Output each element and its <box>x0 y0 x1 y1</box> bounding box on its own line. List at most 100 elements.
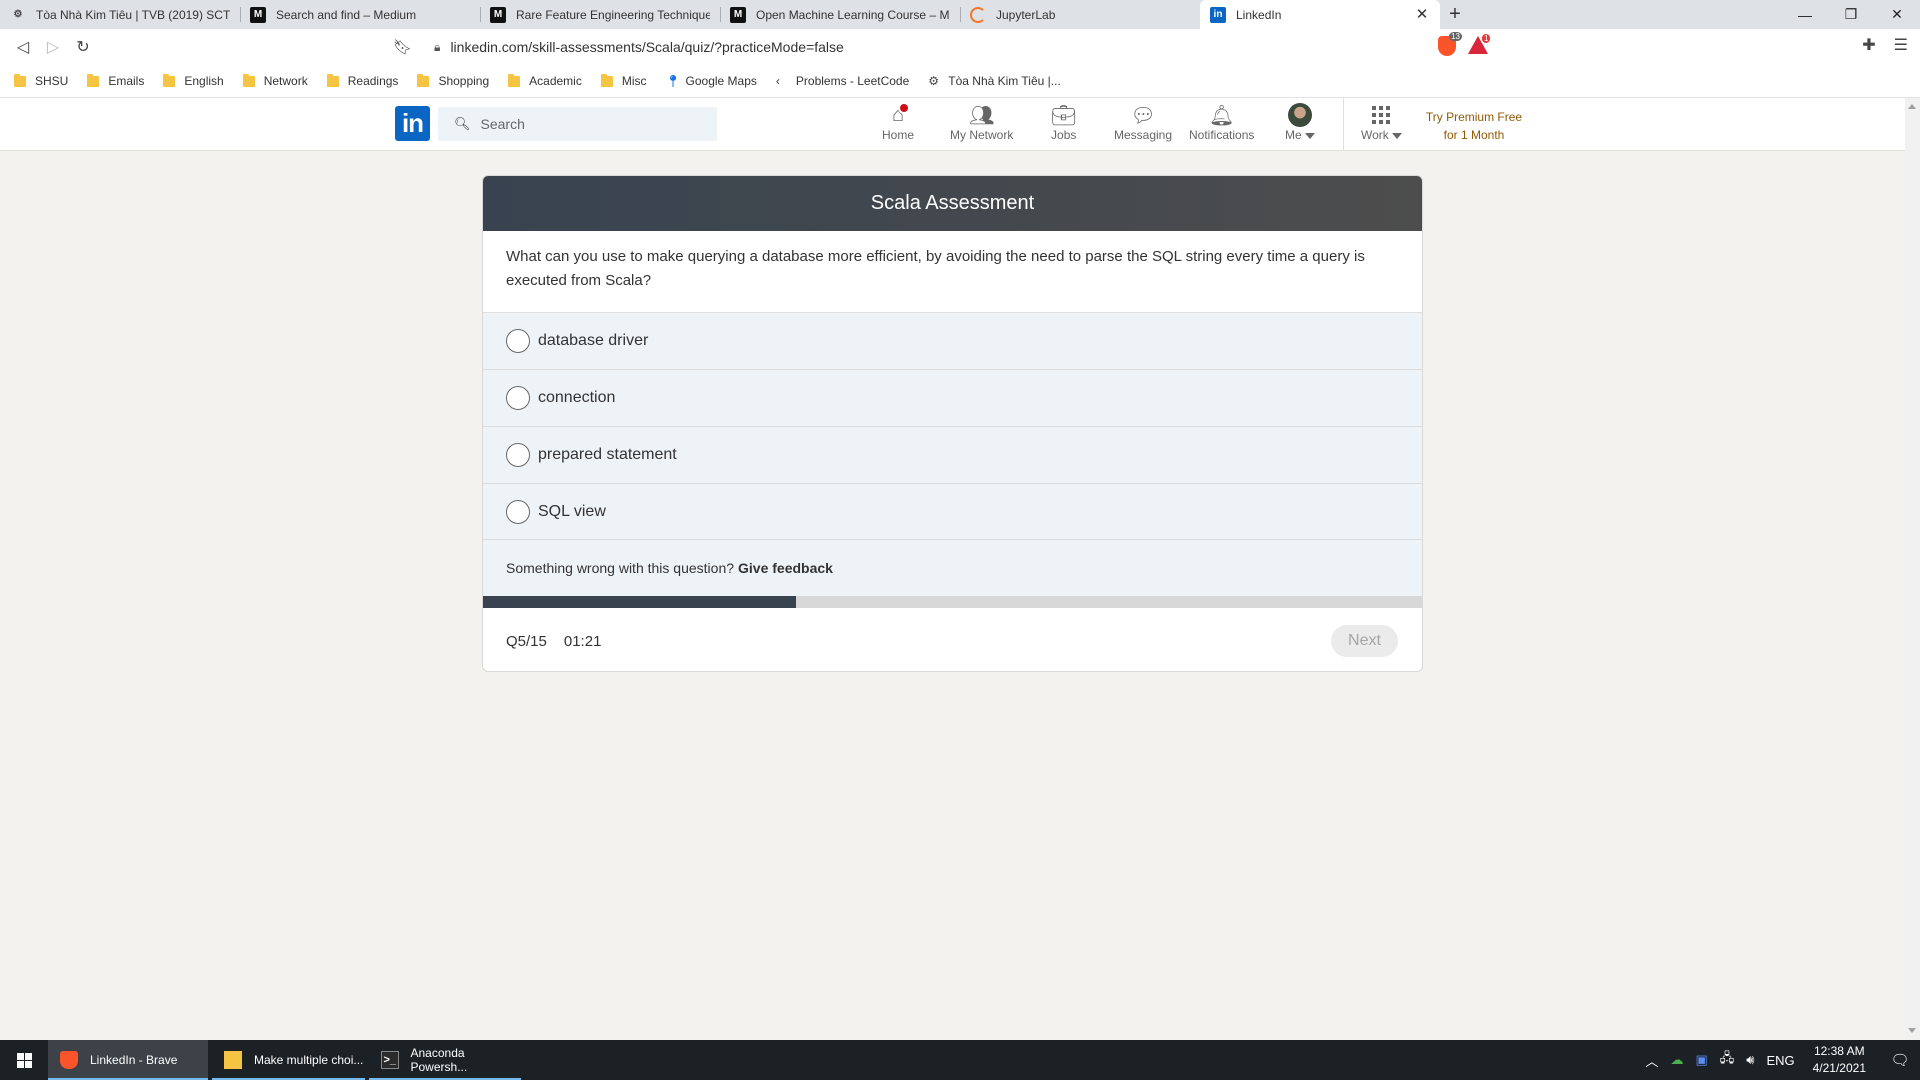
action-center-icon[interactable]: 🗨︎ <box>1880 1051 1920 1069</box>
bookmark-academic[interactable]: Academic <box>508 73 582 88</box>
jupyter-icon <box>970 6 986 23</box>
bookmark-english[interactable]: English <box>163 73 224 88</box>
brave-extension-icons: 13 1 <box>1438 32 1491 56</box>
search-box[interactable]: 🔍︎ <box>438 107 717 141</box>
nav-label: Work <box>1361 128 1389 142</box>
app-tray-icon[interactable]: ▣ <box>1695 1052 1707 1068</box>
assessment-footer: Q5/15 01:21 Next <box>483 608 1422 671</box>
browser-tab-active[interactable]: in LinkedIn ✕ <box>1200 0 1440 29</box>
nav-me[interactable]: Me <box>1285 102 1315 148</box>
network-icon: 👥︎ <box>968 104 995 127</box>
browser-tab[interactable]: M Open Machine Learning Course – Med <box>720 0 960 29</box>
premium-line-2: for 1 Month <box>1443 128 1505 142</box>
nav-work[interactable]: Work <box>1361 102 1402 148</box>
brave-icon <box>60 1051 78 1069</box>
address-bar[interactable]: 🔖︎ 🔒︎ linkedin.com/skill-assessments/Sca… <box>385 33 1425 61</box>
back-icon[interactable]: ◁ <box>8 32 38 62</box>
notification-dot <box>898 102 911 114</box>
nav-jobs[interactable]: 💼︎ Jobs <box>1051 102 1076 148</box>
new-tab-icon[interactable]: + <box>1440 0 1470 29</box>
answer-option[interactable]: prepared statement <box>483 427 1422 484</box>
bookmark-label: Tòa Nhà Kim Tiêu |... <box>948 74 1061 88</box>
language-indicator[interactable]: ENG <box>1766 1053 1794 1068</box>
radio-button[interactable] <box>506 443 530 467</box>
browser-tab[interactable]: M Rare Feature Engineering Techniques f <box>480 0 720 29</box>
browser-tab-bar: ⚙ Tòa Nhà Kim Tiêu | TVB (2019) SCTV9 M … <box>0 0 1920 29</box>
taskbar-item[interactable]: LinkedIn - Brave <box>48 1040 208 1080</box>
taskbar-item[interactable]: Make multiple choi... <box>212 1040 365 1080</box>
close-tab-icon[interactable]: ✕ <box>1414 6 1430 23</box>
assessment-card: Scala Assessment What can you use to mak… <box>482 175 1423 672</box>
radio-button[interactable] <box>506 386 530 410</box>
medium-icon: M <box>250 6 266 23</box>
nav-my-network[interactable]: 👥︎ My Network <box>950 102 1013 148</box>
minimize-icon[interactable]: — <box>1782 0 1828 29</box>
chevron-up-icon[interactable]: ︿ <box>1645 1051 1658 1070</box>
scroll-down-icon[interactable] <box>1908 1028 1916 1033</box>
restore-icon[interactable]: ❐ <box>1828 0 1874 29</box>
tab-title: Open Machine Learning Course – Med <box>756 7 950 22</box>
bookmark-readings[interactable]: Readings <box>326 73 398 88</box>
bookmark-emails[interactable]: Emails <box>87 73 144 88</box>
bookmark-misc[interactable]: Misc <box>600 73 647 88</box>
answer-option[interactable]: database driver <box>483 313 1422 370</box>
search-icon: 🔍︎ <box>454 116 471 131</box>
search-input[interactable] <box>480 116 701 132</box>
terminal-icon: >_ <box>381 1051 399 1069</box>
clock[interactable]: 12:38 AM 4/21/2021 <box>1813 1043 1866 1077</box>
browser-toolbar: ◁ ▷ ↻ 🔖︎ 🔒︎ linkedin.com/skill-assessmen… <box>0 29 1920 65</box>
rewards-count: 1 <box>1482 34 1491 43</box>
url-text[interactable]: linkedin.com/skill-assessments/Scala/qui… <box>450 39 843 55</box>
extensions-icon[interactable]: ✚ <box>1862 35 1875 55</box>
caret-down-icon <box>1304 132 1315 139</box>
cloud-icon[interactable]: ☁︎ <box>1670 1052 1683 1068</box>
answer-option[interactable]: SQL view <box>483 484 1422 540</box>
bell-icon: 🔔︎ <box>1208 104 1235 127</box>
lock-icon[interactable]: 🔒︎ <box>434 40 440 55</box>
nav-home[interactable]: ⌂ Home <box>882 102 914 148</box>
briefcase-icon: 💼︎ <box>1051 104 1077 127</box>
medium-icon: M <box>490 6 506 23</box>
nav-label: Me <box>1285 128 1302 142</box>
network-icon[interactable]: 🖧︎ <box>1720 1049 1735 1071</box>
bookmark-google-maps[interactable]: 📍︎ Google Maps <box>666 74 757 88</box>
nav-notifications[interactable]: 🔔︎ Notifications <box>1189 102 1254 148</box>
bookmark-label: Google Maps <box>685 74 757 88</box>
browser-tab[interactable]: M Search and find – Medium <box>240 0 480 29</box>
volume-icon[interactable]: 🔊︎ <box>1746 1052 1754 1068</box>
taskbar-item[interactable]: >_ Anaconda Powersh... <box>369 1040 521 1080</box>
premium-upsell-link[interactable]: Try Premium Free for 1 Month <box>1418 108 1530 144</box>
page-scrollbar[interactable] <box>1905 98 1920 1039</box>
give-feedback-link[interactable]: Give feedback <box>738 560 833 576</box>
brave-rewards-icon[interactable]: 1 <box>1468 34 1491 54</box>
option-label: prepared statement <box>538 446 677 463</box>
menu-icon[interactable]: ☰ <box>1894 35 1908 55</box>
radio-button[interactable] <box>506 329 530 353</box>
nav-messaging[interactable]: 💬︎ Messaging <box>1114 102 1172 148</box>
task-label: LinkedIn - Brave <box>90 1053 178 1067</box>
bookmark-leetcode[interactable]: ‹ Problems - LeetCode <box>776 74 909 88</box>
reload-icon[interactable]: ↻ <box>68 32 98 62</box>
bookmark-shsu[interactable]: SHSU <box>14 73 68 88</box>
bookmark-icon[interactable]: 🔖︎ <box>393 38 412 56</box>
browser-tab[interactable]: ⚙ Tòa Nhà Kim Tiêu | TVB (2019) SCTV9 <box>0 0 240 29</box>
folder-icon <box>87 73 100 87</box>
next-button[interactable]: Next <box>1331 625 1398 657</box>
windows-taskbar: LinkedIn - Brave Make multiple choi... >… <box>0 1040 1920 1080</box>
bookmark-network[interactable]: Network <box>242 73 308 88</box>
bookmark-kim-tieu[interactable]: ⚙ Tòa Nhà Kim Tiêu |... <box>928 74 1061 88</box>
folder-icon <box>600 73 613 87</box>
leetcode-icon: ‹ <box>775 74 780 88</box>
tab-title: Rare Feature Engineering Techniques f <box>516 7 710 22</box>
start-button[interactable] <box>0 1040 48 1080</box>
bookmark-shopping[interactable]: Shopping <box>417 73 489 88</box>
radio-button[interactable] <box>506 499 530 524</box>
browser-tab[interactable]: JupyterLab <box>960 0 1200 29</box>
scroll-up-icon[interactable] <box>1908 104 1916 109</box>
forward-icon[interactable]: ▷ <box>38 32 68 62</box>
linkedin-logo[interactable]: in <box>395 106 430 141</box>
option-label: SQL view <box>538 502 606 520</box>
close-window-icon[interactable]: ✕ <box>1874 0 1920 29</box>
brave-shield-icon[interactable]: 13 <box>1438 32 1462 56</box>
answer-option[interactable]: connection <box>483 370 1422 427</box>
